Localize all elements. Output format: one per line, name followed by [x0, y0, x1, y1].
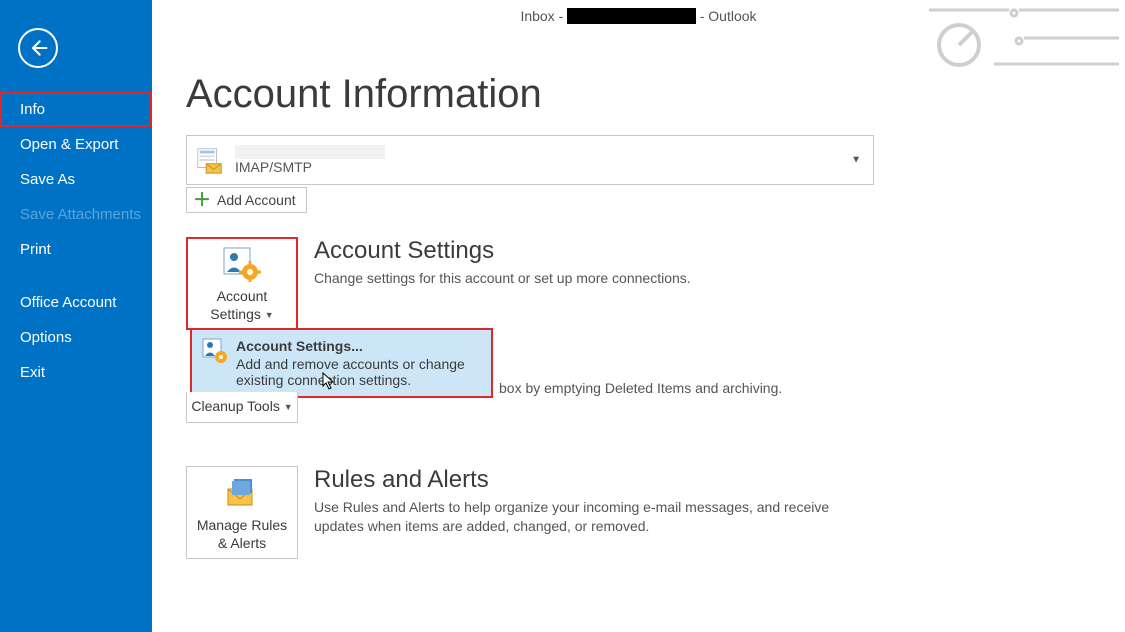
manage-rules-tile[interactable]: Manage Rules & Alerts: [186, 466, 298, 559]
account-settings-menu-item[interactable]: Account Settings... Add and remove accou…: [190, 328, 493, 398]
sidebar-item-options[interactable]: Options: [0, 320, 152, 355]
back-arrow-icon: [28, 38, 48, 58]
rules-alerts-icon: [222, 475, 262, 511]
sidebar-item-open-export[interactable]: Open & Export: [0, 127, 152, 162]
account-settings-desc: Change settings for this account or set …: [314, 269, 691, 288]
sidebar-item-office-account[interactable]: Office Account: [0, 285, 152, 320]
account-settings-heading: Account Settings: [314, 237, 691, 265]
chevron-down-icon: ▼: [265, 310, 274, 320]
dropdown-caret-icon: ▼: [851, 155, 861, 166]
decorative-lines-icon: [929, 2, 1119, 72]
backstage-sidebar: Info Open & Export Save As Save Attachme…: [0, 0, 152, 632]
sidebar-item-save-as[interactable]: Save As: [0, 162, 152, 197]
rules-alerts-heading: Rules and Alerts: [314, 466, 854, 494]
account-email-redacted: user@example.com: [567, 8, 696, 24]
add-account-button[interactable]: ＋ Add Account: [186, 187, 307, 213]
account-settings-icon: [222, 246, 262, 282]
rules-alerts-desc: Use Rules and Alerts to help organize yo…: [314, 498, 854, 536]
sidebar-item-save-attachments: Save Attachments: [0, 197, 152, 232]
plus-icon: ＋: [193, 193, 211, 207]
main-pane: Inbox - user@example.com - Outlook Accou…: [152, 0, 1125, 632]
cleanup-tools-tile[interactable]: Cleanup Tools ▼: [186, 392, 298, 423]
account-settings-tile[interactable]: Account Settings ▼: [186, 237, 298, 330]
chevron-down-icon: ▼: [284, 402, 293, 412]
page-title: Account Information: [186, 72, 1105, 117]
account-settings-menu-title: Account Settings...: [236, 338, 481, 354]
account-name-redacted: [235, 145, 385, 159]
account-protocol: IMAP/SMTP: [235, 159, 385, 175]
back-button[interactable]: [18, 28, 58, 68]
sidebar-item-exit[interactable]: Exit: [0, 355, 152, 390]
sidebar-item-info[interactable]: Info: [0, 92, 152, 127]
cleanup-desc-visible-tail: box by emptying Deleted Items and archiv…: [499, 380, 782, 396]
account-selector[interactable]: IMAP/SMTP ▼: [186, 135, 874, 185]
account-mail-icon: [195, 143, 225, 177]
account-settings-menu-desc: Add and remove accounts or change existi…: [236, 356, 481, 388]
sidebar-item-print[interactable]: Print: [0, 232, 152, 267]
account-settings-menu-icon: [202, 338, 228, 364]
